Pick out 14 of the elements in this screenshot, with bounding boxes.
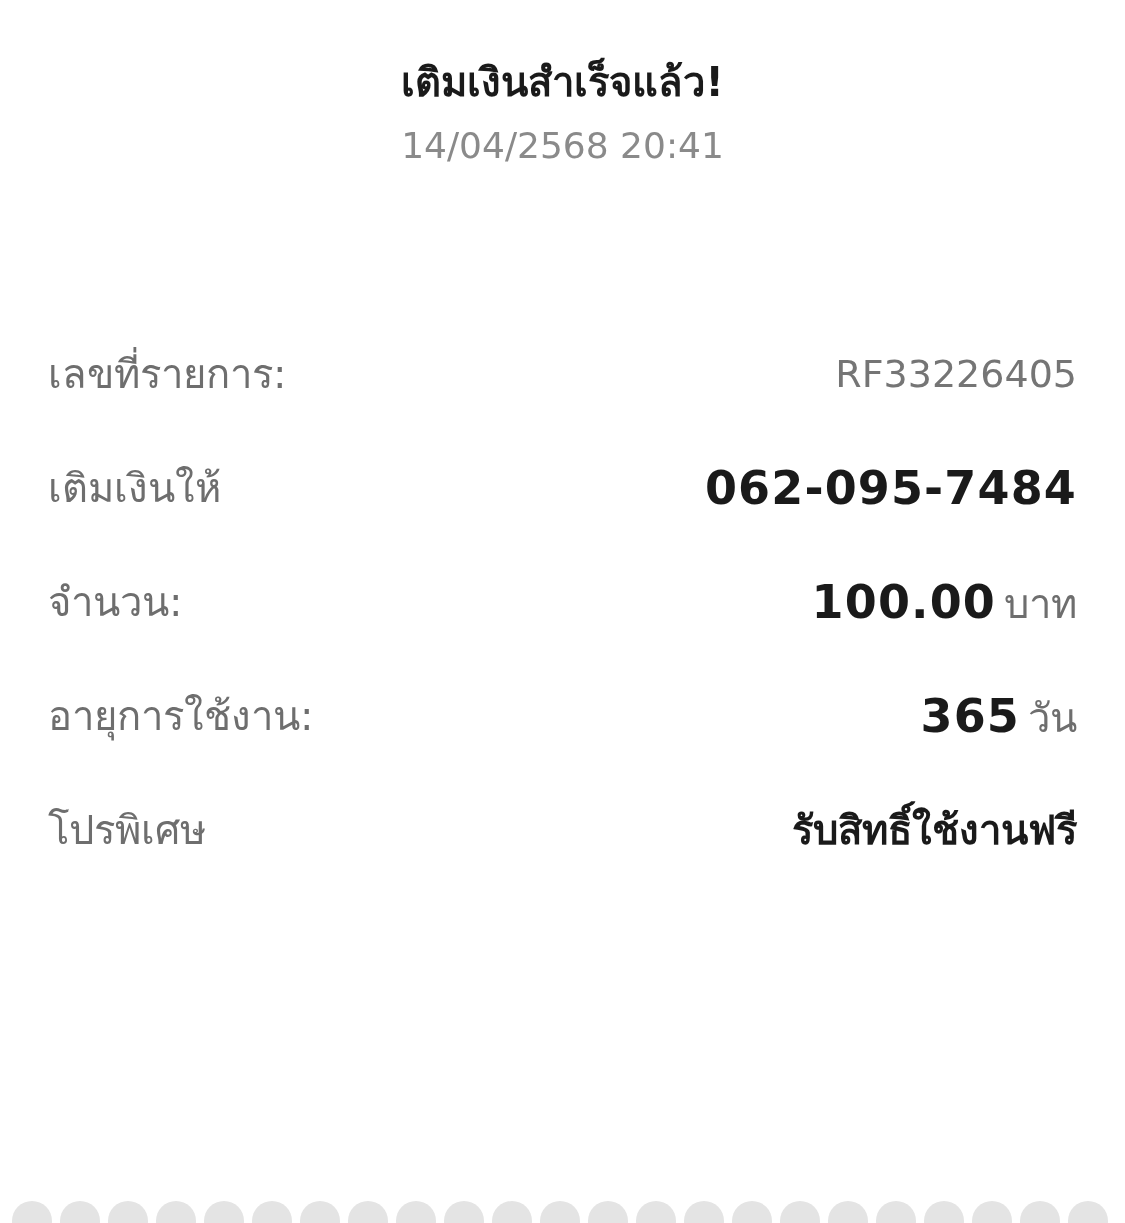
field-label: โปรพิเศษ: [48, 806, 206, 855]
field-value: RF33226405: [835, 350, 1077, 398]
success-title: เติมเงินสำเร็จแล้ว!: [401, 56, 724, 107]
field-label: อายุการใช้งาน:: [48, 692, 314, 743]
field-value: 062-095-7484: [704, 459, 1077, 517]
transaction-datetime: 14/04/2568 20:41: [401, 124, 724, 168]
field-label: เติมเงินให้: [48, 464, 221, 513]
unit-label: วัน: [1028, 693, 1077, 743]
field-value: รับสิทธิ์ใช้งานฟรี: [792, 800, 1077, 860]
field-label: จำนวน:: [48, 578, 183, 627]
field-value: 365: [920, 687, 1020, 745]
unit-label: บาท: [1004, 579, 1077, 629]
field-value: 100.00: [811, 573, 996, 631]
field-label: เลขที่รายการ:: [48, 344, 287, 404]
